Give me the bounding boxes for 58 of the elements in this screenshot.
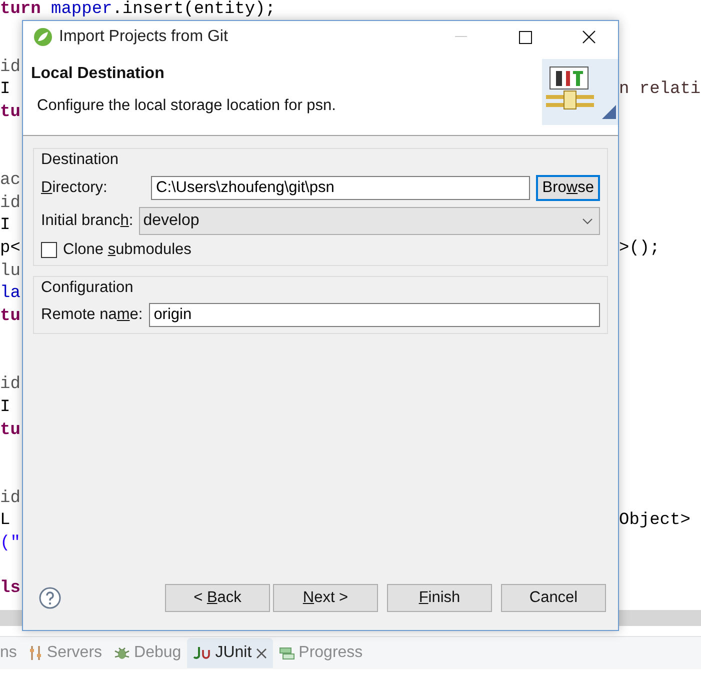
code-text: la: [0, 283, 20, 306]
code-text: I: [0, 396, 10, 419]
code-text: id: [0, 374, 20, 396]
tab-label: JUnit: [215, 644, 252, 662]
dialog-button[interactable]: Cancel: [501, 584, 606, 612]
code-text: tu: [0, 306, 20, 328]
close-icon: [582, 30, 596, 44]
leaf-logo-icon: [33, 27, 53, 47]
field-label: Remote name:: [41, 306, 143, 324]
field-label: Directory:: [41, 179, 108, 197]
dialog-button[interactable]: Next >: [273, 584, 378, 612]
code-text: Object>: [619, 510, 690, 532]
checkbox[interactable]: [41, 242, 57, 258]
code-text: >();: [619, 238, 660, 260]
maximize-icon: [518, 30, 532, 44]
code-text: p<: [0, 238, 20, 260]
code-text: id: [0, 192, 20, 215]
tab-label: Debug: [134, 644, 182, 662]
code-text: lu: [0, 260, 20, 283]
dialog-button[interactable]: Finish: [387, 584, 492, 612]
code-text: id: [0, 488, 20, 510]
code-text: (": [0, 533, 20, 556]
tab-label: Progress: [298, 644, 363, 662]
help-icon[interactable]: [39, 587, 61, 609]
code-text: ls: [0, 578, 20, 600]
code-text: mapper: [50, 0, 112, 19]
view-tab[interactable]: JUnit: [187, 638, 273, 668]
window-title: Import Projects from Git: [59, 28, 229, 46]
remote-name-field[interactable]: origin: [148, 303, 600, 327]
field-label: Initial branch:: [41, 212, 134, 230]
code-text: I: [0, 215, 10, 238]
page-description: Configure the local storage location for psn.: [36, 97, 337, 115]
directory-field[interactable]: C:\Users\zhoufeng\git\psn: [151, 176, 530, 200]
code-text: ac: [0, 170, 20, 192]
minimize-icon: [455, 36, 467, 38]
servers-icon: [28, 645, 43, 661]
code-text: tu: [0, 102, 20, 124]
browse-button[interactable]: Browse: [536, 175, 600, 201]
chevron-down-icon: [582, 218, 593, 224]
junit-icon: [193, 646, 212, 660]
branch-dropdown[interactable]: develop: [139, 207, 600, 235]
code-text: I: [0, 79, 10, 102]
code-text: turn: [0, 0, 41, 19]
progress-icon: [278, 646, 295, 660]
tab-label: ns: [0, 644, 17, 662]
code-text: .insert(entity);: [112, 0, 276, 19]
group-legend: Configuration: [41, 279, 600, 297]
tab-label: Servers: [46, 644, 102, 662]
code-text: n relati: [619, 79, 701, 102]
dialog-button[interactable]: < Back: [165, 584, 270, 612]
group-legend: Destination: [41, 151, 600, 169]
bug-icon: [114, 645, 130, 661]
checkbox-label[interactable]: Clone submodules: [63, 241, 192, 259]
close-icon[interactable]: [256, 648, 267, 658]
page-title: Local Destination: [31, 65, 166, 83]
code-text: tu: [0, 420, 20, 442]
code-text: id: [0, 56, 20, 79]
code-text: L: [0, 510, 10, 532]
